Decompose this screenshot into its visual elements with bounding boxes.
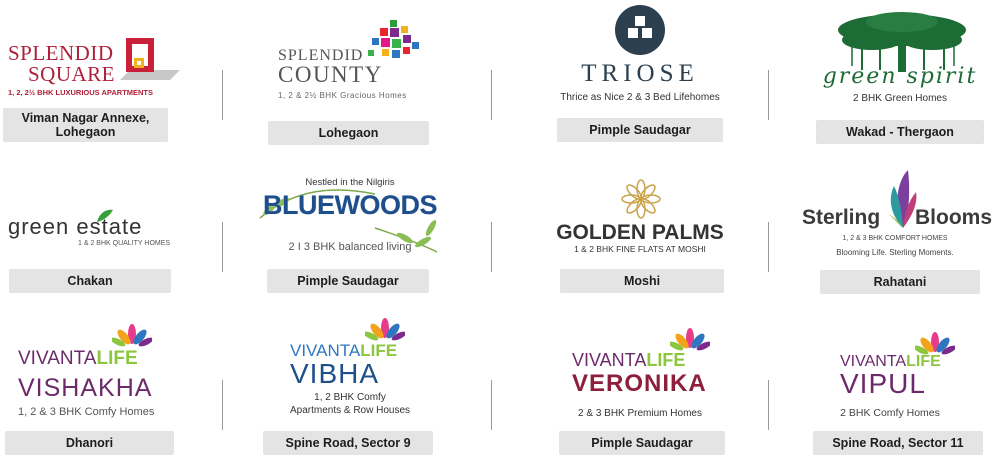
project-name: green estate [8,214,142,240]
location-tag: Pimple Saudagar [267,269,429,293]
project-name-part2: Blooms [915,206,993,229]
project-card-splendid-square[interactable]: SPLENDID SQUARE 1, 2, 2½ BHK LUXURIOUS A… [0,0,250,152]
project-card-sterling-blooms[interactable]: Sterling Blooms 1, 2 & 3 BHK COMFORT HOM… [750,152,1000,304]
location-tag: Viman Nagar Annexe, Lohegaon [3,108,168,142]
project-name: TRIOSE [581,60,699,87]
brand-part2: LIFE [646,350,686,370]
project-subtagline: Blooming Life. Sterling Moments. [836,248,954,257]
location-tag: Pimple Saudagar [557,118,723,142]
project-name: VIPUL [840,368,926,399]
project-card-golden-palms[interactable]: GOLDEN PALMS 1 & 2 BHK FINE FLATS AT MOS… [500,152,750,304]
project-tagline: 1, 2 & 3 BHK COMFORT HOMES [842,235,948,242]
project-tagline: 1 & 2 BHK FINE FLATS AT MOSHI [574,244,706,254]
triose-diamond-icon [615,5,665,55]
lotus-icon [112,324,152,347]
square-logo-icon [120,38,180,80]
location-tag: Moshi [560,269,724,293]
location-line1: Viman Nagar Annexe, [21,111,150,125]
location-tag: Wakad - Thergaon [816,120,984,144]
project-tagline: 2 & 3 BHK Premium Homes [578,408,702,419]
project-name: VISHAKHA [18,374,153,402]
star-flower-icon [621,179,661,219]
project-card-vibha[interactable]: VIVANTALIFE VIBHA 1, 2 BHK Comfy Apartme… [250,306,500,458]
project-card-bluewoods[interactable]: Nestled in the Nilgiris BLUEWOODS 2 I 3 … [250,152,500,304]
project-grid: SPLENDID SQUARE 1, 2, 2½ BHK LUXURIOUS A… [0,0,1000,458]
project-name: BLUEWOODS [263,190,438,220]
location-tag: Rahatani [820,270,980,294]
project-name-part1: green [8,214,77,239]
project-tagline: 2 BHK Green Homes [853,93,947,104]
brand-name: VIVANTALIFE [572,350,685,371]
project-name: green spirit [822,64,978,89]
project-tagline: 1, 2 & 3 BHK Comfy Homes [18,406,155,418]
project-name-part1: Sterling [802,206,881,229]
brand-part1: VIVANTA [572,350,647,370]
leaf-icon [97,209,113,222]
project-tagline-line2: Apartments & Row Houses [289,405,411,416]
location-tag: Pimple Saudagar [559,431,725,455]
project-name: VIBHA [290,358,380,389]
project-card-vipul[interactable]: VIVANTALIFE VIPUL 2 BHK Comfy Homes Spin… [750,306,1000,458]
project-card-vishakha[interactable]: VIVANTALIFE VISHAKHA 1, 2 & 3 BHK Comfy … [0,306,250,458]
location-tag: Dhanori [5,431,174,455]
project-tagline: 2 I 3 BHK balanced living [288,241,412,253]
project-tagline: 1, 2 & 2½ BHK Gracious Homes [278,91,407,100]
project-tagline: Thrice as Nice 2 & 3 Bed Lifehomes [560,92,720,103]
project-tagline: 1 & 2 BHK QUALITY HOMES [78,240,171,247]
brand-name: VIVANTALIFE [18,348,138,370]
brand-part1: VIVANTA [18,348,97,369]
project-card-green-spirit[interactable]: green spirit 2 BHK Green Homes Wakad - T… [750,0,1000,152]
project-name: GOLDEN PALMS [556,221,724,244]
project-card-veronika[interactable]: VIVANTALIFE VERONIKA 2 & 3 BHK Premium H… [500,306,750,458]
brand-part2: LIFE [96,348,138,369]
location-tag: Lohegaon [268,121,429,145]
location-tag: Spine Road, Sector 9 [263,431,433,455]
project-name: VERONIKA [572,370,707,397]
project-card-green-estate[interactable]: green estate 1 & 2 BHK QUALITY HOMES Cha… [0,152,250,304]
location-line2: Lohegaon [55,125,116,139]
project-name-line2: SQUARE [28,62,116,86]
project-tagline: 1, 2, 2½ BHK LUXURIOUS APARTMENTS [8,88,154,97]
project-tagline-line1: 1, 2 BHK Comfy [314,392,386,403]
project-tagline: 2 BHK Comfy Homes [840,407,940,419]
project-card-splendid-county[interactable]: SPLENDID COUNTY 1, 2 & 2½ BHK Gracious H… [250,0,500,152]
project-card-triose[interactable]: TRIOSE Thrice as Nice 2 & 3 Bed Lifehome… [500,0,750,152]
pixel-blocks-icon [368,20,419,58]
location-tag: Chakan [9,269,171,293]
location-tag: Spine Road, Sector 11 [813,431,983,455]
